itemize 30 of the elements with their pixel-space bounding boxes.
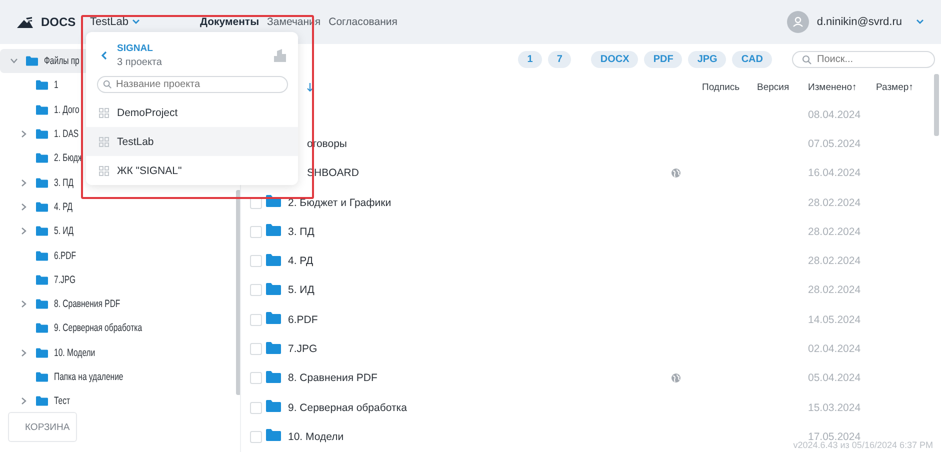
modified-date: 28.02.2024 <box>808 226 862 238</box>
tree-label: Файлы пр <box>44 55 80 68</box>
tree-label: 6.PDF <box>54 250 76 262</box>
tree-label: 9. Серверная обработка <box>54 322 142 334</box>
modified-date: 02.04.2024 <box>808 343 862 356</box>
logo-text: DOCS <box>41 15 76 29</box>
tree-label: 4. РД <box>54 200 73 213</box>
modified-date: 28.02.2024 <box>808 255 862 268</box>
modified-date: 17.05.2024 <box>808 430 861 443</box>
tree-label: 3. ПД <box>54 176 74 189</box>
dropdown-title: SIGNAL <box>117 43 154 54</box>
modified-date: 16.04.2024 <box>808 167 862 180</box>
dropdown-subtitle: 3 проекта <box>117 57 162 68</box>
version-text: v2024.6.43 из 05/16/2024 6:37 PM <box>793 440 933 450</box>
modified-date: 14.05.2024 <box>808 314 862 326</box>
tree-label: 1. Дого <box>54 104 80 116</box>
tree-label: 1. DAS <box>54 128 79 140</box>
tree-label: 7.JPG <box>54 274 76 286</box>
tree-label: Тест <box>54 395 70 408</box>
modified-date: 07.05.2024 <box>808 138 862 150</box>
modified-date: 05.04.2024 <box>808 372 862 384</box>
tree-label: Папка на удаление <box>54 371 124 383</box>
modified-date: 08.04.2024 <box>808 108 862 121</box>
tree-label: 8. Сравнения PDF <box>54 298 120 310</box>
tree-label: 1 <box>54 79 58 92</box>
tree-label: 5. ИД <box>54 225 74 238</box>
tree-label: 10. Модели <box>54 346 96 359</box>
modified-date: 28.02.2024 <box>808 196 862 209</box>
modified-date: 15.03.2024 <box>808 402 862 414</box>
modified-date: 28.02.2024 <box>808 284 862 296</box>
